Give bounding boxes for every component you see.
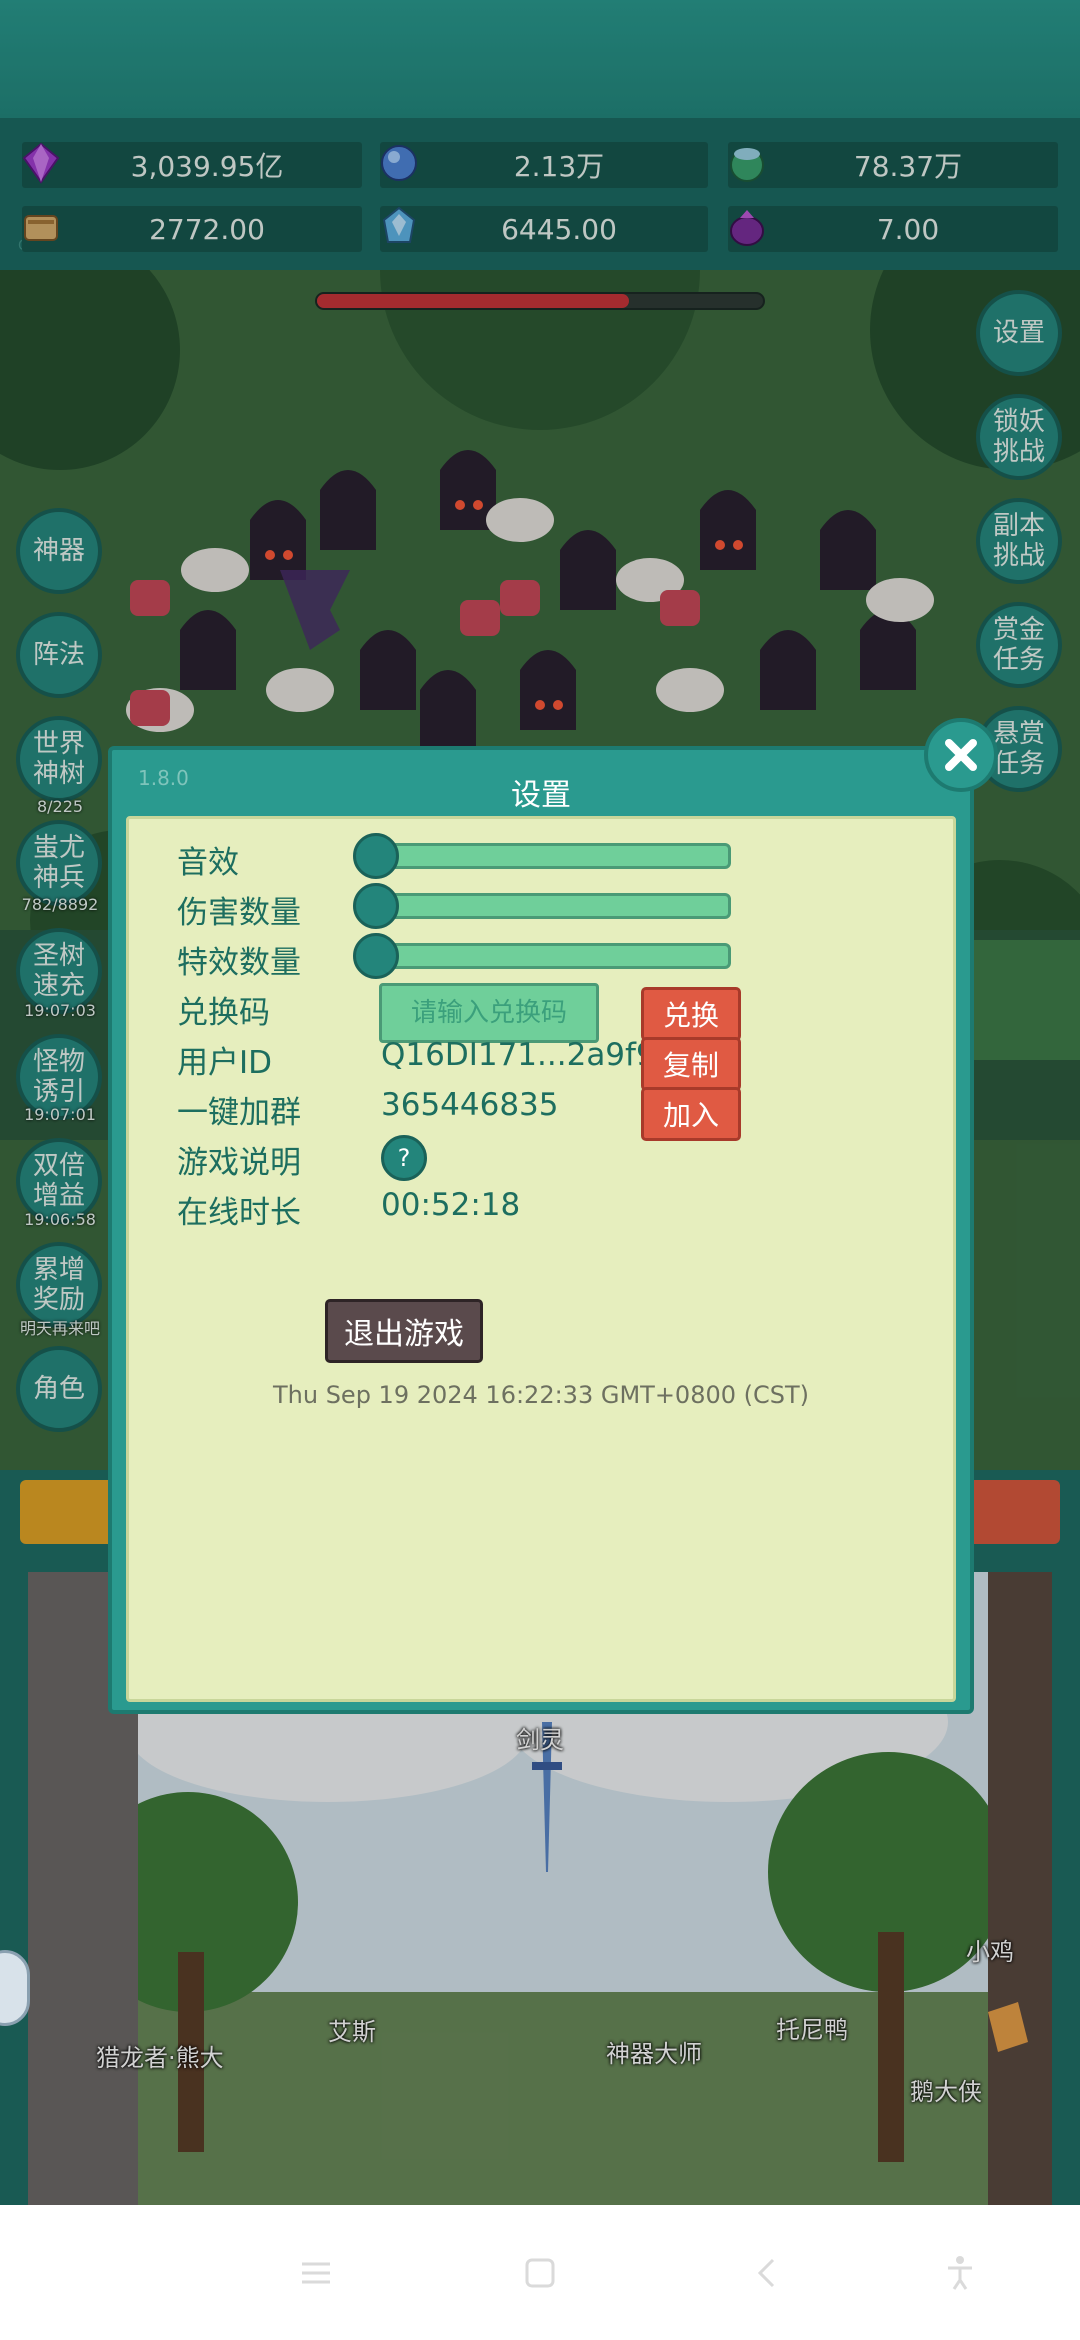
effects-count-slider[interactable] <box>365 943 731 969</box>
game-guide-label: 游戏说明 <box>177 1145 301 1181</box>
sound-slider[interactable] <box>365 843 731 869</box>
online-time-label: 在线时长 <box>177 1195 301 1231</box>
damage-count-slider-knob[interactable] <box>353 883 399 929</box>
redeem-code-label: 兑换码 <box>177 995 270 1031</box>
quit-game-button[interactable]: 退出游戏 <box>325 1299 483 1363</box>
damage-count-slider[interactable] <box>365 893 731 919</box>
copy-user-id-button[interactable]: 复制 <box>641 1037 741 1091</box>
effects-count-label: 特效数量 <box>177 945 301 981</box>
sound-label: 音效 <box>177 845 239 881</box>
dialog-title: 设置 <box>511 778 571 813</box>
redeem-button[interactable]: 兑换 <box>641 987 741 1041</box>
damage-count-label: 伤害数量 <box>177 895 301 931</box>
settings-panel: 音效 伤害数量 特效数量 兑换码 兑换 用户ID Q16DI171...2a9f… <box>126 816 956 1702</box>
back-icon[interactable] <box>748 2253 788 2293</box>
user-id-label: 用户ID <box>177 1045 273 1081</box>
close-icon <box>945 739 977 771</box>
server-timestamp: Thu Sep 19 2024 16:22:33 GMT+0800 (CST) <box>272 1381 810 1409</box>
close-dialog-button[interactable] <box>924 718 998 792</box>
join-group-button[interactable]: 加入 <box>641 1087 741 1141</box>
accessibility-icon[interactable] <box>940 2253 980 2293</box>
settings-dialog: 1.8.0 设置 音效 伤害数量 特效数量 兑换码 兑换 用户ID Q16DI1… <box>108 746 974 1714</box>
floating-assist-bubble[interactable] <box>0 1950 30 2026</box>
group-number-value: 365446835 <box>381 1087 559 1123</box>
help-icon[interactable]: ? <box>381 1135 427 1181</box>
home-icon[interactable] <box>520 2253 560 2293</box>
sound-slider-knob[interactable] <box>353 833 399 879</box>
effects-count-slider-knob[interactable] <box>353 933 399 979</box>
menu-icon[interactable] <box>296 2253 336 2293</box>
redeem-code-input[interactable] <box>379 983 599 1043</box>
join-group-label: 一键加群 <box>177 1095 301 1131</box>
system-navigation-bar <box>0 2205 1080 2340</box>
online-time-value: 00:52:18 <box>381 1187 521 1223</box>
